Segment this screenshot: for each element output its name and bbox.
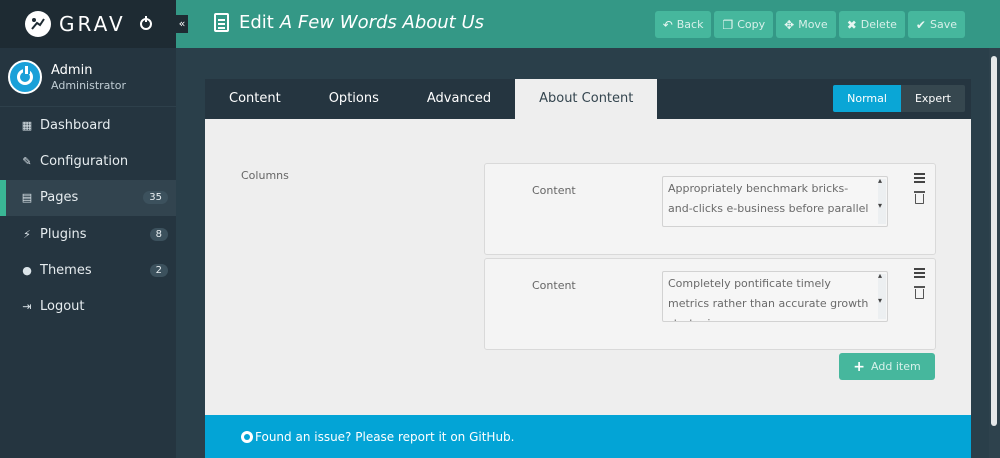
grav-logo-icon[interactable] [25,11,51,37]
trash-icon[interactable] [914,286,925,299]
sidebar-item-logout[interactable]: ⇥ Logout [0,288,176,324]
content-label: Content [532,184,576,197]
page-icon: ▤ [21,191,33,205]
content-textarea[interactable]: Appropriately benchmark bricks-and-click… [662,176,888,227]
sidebar-item-label: Plugins [40,226,87,242]
sidebar-item-label: Pages [40,190,79,206]
columns-label: Columns [241,169,289,182]
power-icon [17,66,33,85]
plus-icon: + [853,358,866,375]
check-icon: ✔ [915,17,926,32]
top-bar: « Edit A Few Words About Us ↶ Back ❐ Copy … [176,0,1000,48]
user-panel[interactable]: Admin Administrator [0,48,176,107]
collapse-sidebar-button[interactable]: « [176,15,188,33]
copy-button[interactable]: ❐ Copy [714,11,774,38]
expert-mode-button[interactable]: Expert [900,85,965,112]
content-label: Content [532,279,576,292]
copy-button-label: Copy [737,18,766,31]
arrows-icon: ✥ [784,17,795,32]
user-role: Administrator [51,78,126,92]
page-actions: ↶ Back ❐ Copy ✥ Move ✖ Delete ✔ Save [654,11,965,38]
sidebar-item-themes[interactable]: ● Themes 2 [0,252,176,288]
copy-icon: ❐ [722,17,734,32]
delete-button-label: Delete [860,18,897,31]
page-title-name: A Few Words About Us [279,12,484,33]
page-title-prefix: Edit [239,12,274,33]
github-icon [241,430,253,443]
editor-tabs: Content Options Advanced About Content N… [205,79,971,119]
drag-handle-icon[interactable] [914,173,925,185]
page-title: Edit A Few Words About Us [214,12,484,33]
report-issue-bar[interactable]: Found an issue? Please report it on GitH… [205,415,971,458]
sidebar-nav: ▦ Dashboard ✎ Configuration ▤ Pages 35 ⚡… [0,107,176,325]
back-button-label: Back [676,18,704,31]
sidebar-item-configuration[interactable]: ✎ Configuration [0,143,176,179]
textarea-scrollbar[interactable] [878,176,886,224]
count-badge: 8 [149,227,168,241]
power-icon[interactable] [139,16,152,30]
add-item-label: Add item [871,360,921,373]
sidebar-item-dashboard[interactable]: ▦ Dashboard [0,107,176,143]
report-issue-text: Found an issue? Please report it on GitH… [255,429,515,444]
sidebar-item-label: Configuration [40,153,129,169]
grid-icon: ▦ [21,118,33,132]
tab-advanced[interactable]: Advanced [403,79,515,119]
tab-content[interactable]: Content [205,79,305,119]
save-button[interactable]: ✔ Save [907,11,965,38]
textarea-scrollbar[interactable] [878,271,886,319]
page-scrollbar[interactable] [989,48,1000,458]
list-item: Content Completely pontificate timely me… [484,258,936,350]
sidebar-item-label: Logout [40,299,85,315]
delete-button[interactable]: ✖ Delete [838,11,905,38]
sidebar-item-label: Dashboard [40,117,111,133]
count-badge: 2 [149,263,168,277]
sidebar-item-plugins[interactable]: ⚡ Plugins 8 [0,216,176,252]
back-button[interactable]: ↶ Back [654,11,712,38]
tint-icon: ● [22,263,32,277]
tab-options[interactable]: Options [305,79,403,119]
user-name: Admin [51,62,93,78]
tab-about-content[interactable]: About Content [515,79,658,119]
sidebar: GRAV Admin Administrator ▦ Dashboard ✎ C… [0,0,176,458]
brand-bar: GRAV [0,0,176,48]
brand-name: GRAV [59,12,126,36]
save-button-label: Save [929,18,957,31]
page-editor-panel: Content Options Advanced About Content N… [205,79,971,458]
drag-handle-icon[interactable] [914,268,925,280]
logout-icon: ⇥ [22,300,32,314]
document-icon [214,13,229,32]
avatar [8,60,42,94]
sidebar-item-label: Themes [40,262,92,278]
plug-icon: ⚡ [23,227,31,241]
reply-icon: ↶ [662,17,673,32]
close-icon: ✖ [846,17,857,32]
content-textarea[interactable]: Completely pontificate timely metrics ra… [662,271,888,322]
list-item: Content Appropriately benchmark bricks-a… [484,163,936,255]
move-button[interactable]: ✥ Move [776,11,836,38]
sidebar-item-pages[interactable]: ▤ Pages 35 [0,179,176,216]
trash-icon[interactable] [914,191,925,204]
count-badge: 35 [143,191,168,205]
mode-switch: Normal Expert [833,85,965,112]
normal-mode-button[interactable]: Normal [833,85,901,112]
wrench-icon: ✎ [22,154,32,168]
scrollbar-thumb[interactable] [991,56,997,426]
add-item-button[interactable]: + Add item [839,353,935,380]
move-button-label: Move [798,18,828,31]
